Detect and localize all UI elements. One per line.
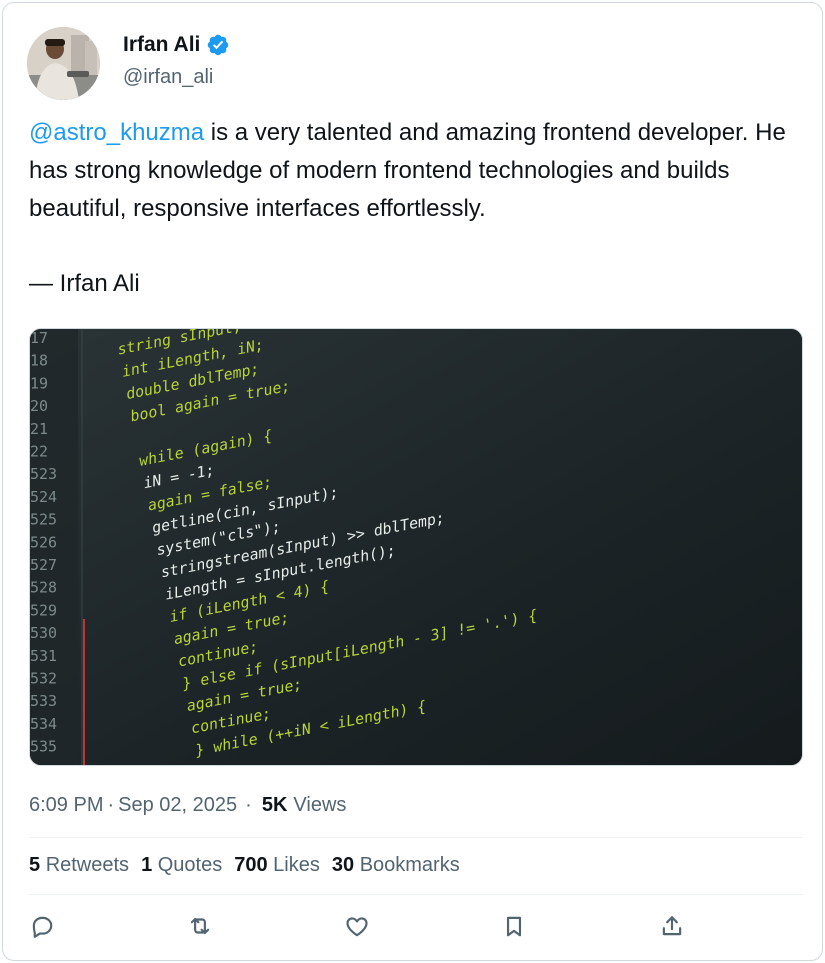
code-line-number: 18 (30, 352, 48, 370)
like-icon[interactable] (344, 913, 372, 941)
code-line-number: 533 (30, 692, 57, 710)
likes-stat[interactable]: 700 Likes (234, 854, 320, 877)
code-line-number: 530 (30, 624, 57, 642)
code-line-number: 523 (30, 465, 57, 483)
retweet-icon[interactable] (187, 913, 215, 941)
tweet-time[interactable]: 6:09 PM (29, 794, 103, 817)
mention-link[interactable]: @astro_khuzma (29, 119, 204, 146)
code-line-number: 531 (30, 647, 57, 665)
tweet-signature: — Irfan Ali (29, 270, 140, 297)
code-line-number: 17 (30, 329, 48, 347)
author-name-row[interactable]: Irfan Ali (123, 33, 230, 57)
meta-separator: · (107, 794, 115, 816)
divider (29, 894, 803, 895)
code-line-number: 19 (30, 374, 48, 392)
code-line-number: 21 (30, 420, 48, 438)
avatar-photo (27, 27, 100, 100)
quotes-stat[interactable]: 1 Quotes (141, 854, 222, 877)
tweet-text: @astro_khuzma is a very talented and ama… (29, 114, 809, 228)
code-line-number: 526 (30, 533, 57, 551)
avatar[interactable] (27, 27, 100, 100)
tweet-stats: 5 Retweets 1 Quotes 700 Likes 30 Bookmar… (29, 854, 460, 877)
code-line-number: 528 (30, 579, 57, 597)
code-line-number: 527 (30, 556, 57, 574)
views-label: Views (293, 794, 347, 816)
code-line-number: 535 (30, 738, 57, 756)
tweet-date[interactable]: Sep 02, 2025 (118, 794, 237, 817)
code-line-number: 534 (30, 715, 57, 733)
views-count: 5K (261, 794, 288, 816)
code-line-number: 20 (30, 397, 48, 415)
code-line-number: 529 (30, 601, 57, 619)
tweet-card: Irfan Ali @irfan_ali @astro_khuzma is a … (2, 2, 823, 961)
reply-icon[interactable] (29, 913, 57, 941)
meta-separator-2: · (245, 794, 252, 816)
share-icon[interactable] (659, 913, 687, 941)
author-handle[interactable]: @irfan_ali (123, 66, 213, 89)
verified-badge-icon (206, 33, 230, 57)
action-bar (29, 913, 803, 943)
retweets-stat[interactable]: 5 Retweets (29, 854, 129, 877)
code-line-number: 532 (30, 670, 57, 688)
divider (29, 837, 803, 838)
author-name[interactable]: Irfan Ali (123, 33, 200, 57)
tweet-meta: 6:09 PM · Sep 02, 2025 · 5K Views (29, 794, 346, 817)
code-line-number: 22 (30, 443, 48, 461)
code-screenshot: string sInput;int iLength, iN;double dbl… (30, 329, 802, 765)
code-line-number: 525 (30, 511, 57, 529)
tweet-media-image[interactable]: string sInput; int iLength, iN; double dbl… (29, 328, 803, 766)
code-line-number: 524 (30, 488, 57, 506)
bookmark-icon[interactable] (501, 913, 529, 941)
bookmarks-stat[interactable]: 30 Bookmarks (332, 854, 460, 877)
